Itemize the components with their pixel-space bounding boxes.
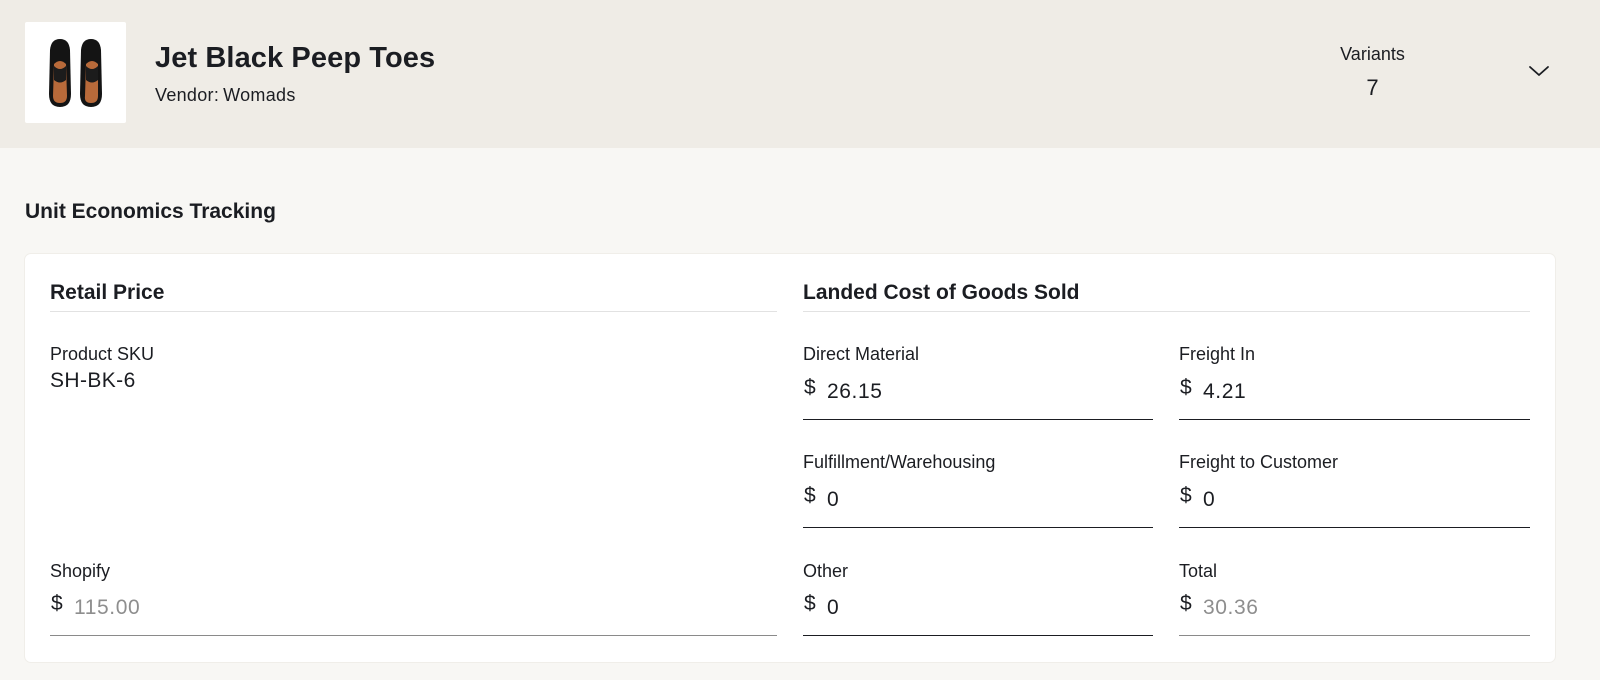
fulfillment-warehousing-field[interactable]: $	[803, 480, 1153, 528]
currency-symbol: $	[1180, 592, 1192, 615]
vendor-label: Vendor:	[155, 85, 220, 105]
freight-in-input[interactable]	[1203, 374, 1524, 410]
vendor-name: Womads	[223, 85, 296, 105]
freight-to-customer-field[interactable]: $	[1179, 480, 1530, 528]
shopify-price-field: $	[50, 588, 777, 636]
variants-count: 7	[1366, 75, 1379, 100]
direct-material-field[interactable]: $	[803, 372, 1153, 420]
currency-symbol: $	[804, 592, 816, 615]
variants-label: Variants	[1340, 44, 1405, 64]
currency-symbol: $	[804, 376, 816, 399]
shopify-label: Shopify	[50, 561, 111, 581]
section-title: Unit Economics Tracking	[25, 200, 276, 223]
fulfillment-warehousing-input[interactable]	[827, 482, 1147, 518]
product-title: Jet Black Peep Toes	[155, 42, 436, 74]
total-cost-label: Total	[1179, 561, 1218, 581]
product-sku-label: Product SKU	[50, 344, 155, 364]
shopify-price-input	[74, 590, 771, 626]
product-header: Jet Black Peep Toes Vendor: Womads Varian…	[0, 0, 1600, 148]
product-sku-value: SH-BK-6	[50, 369, 136, 392]
direct-material-input[interactable]	[827, 374, 1147, 410]
landed-cost-heading-divider	[803, 311, 1530, 312]
currency-symbol: $	[51, 592, 63, 615]
other-cost-input[interactable]	[827, 590, 1147, 626]
variants-summary: Variants 7	[1300, 44, 1445, 101]
currency-symbol: $	[804, 484, 816, 507]
sandal-pair-image	[48, 38, 102, 107]
retail-price-heading: Retail Price	[50, 281, 165, 304]
vendor-line: Vendor: Womads	[155, 85, 296, 106]
direct-material-label: Direct Material	[803, 344, 920, 364]
freight-to-customer-input[interactable]	[1203, 482, 1524, 518]
landed-cost-heading: Landed Cost of Goods Sold	[803, 281, 1080, 304]
currency-symbol: $	[1180, 376, 1192, 399]
product-thumbnail	[25, 22, 126, 123]
unit-economics-card: Retail Price Product SKU SH-BK-6 Shopify…	[25, 254, 1555, 662]
total-cost-input	[1203, 590, 1524, 626]
currency-symbol: $	[1180, 484, 1192, 507]
total-cost-field: $	[1179, 588, 1530, 636]
chevron-down-icon[interactable]	[1528, 64, 1550, 78]
other-cost-label: Other	[803, 561, 849, 581]
freight-in-label: Freight In	[1179, 344, 1256, 364]
other-cost-field[interactable]: $	[803, 588, 1153, 636]
fulfillment-warehousing-label: Fulfillment/Warehousing	[803, 452, 996, 472]
freight-in-field[interactable]: $	[1179, 372, 1530, 420]
freight-to-customer-label: Freight to Customer	[1179, 452, 1339, 472]
retail-heading-divider	[50, 311, 777, 312]
